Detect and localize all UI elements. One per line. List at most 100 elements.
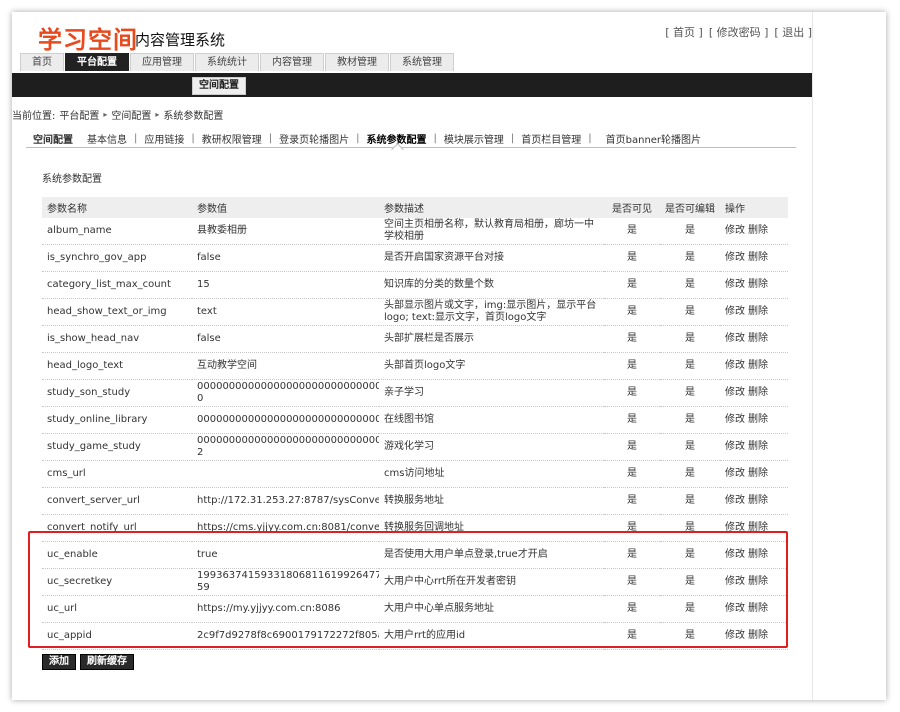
config-nav-system-params[interactable]: 系统参数配置 [360,131,434,156]
add-button[interactable]: 添加 [42,654,76,670]
config-nav-basic-info[interactable]: 基本信息 [80,131,134,146]
delete-link[interactable]: 删除 [748,468,768,479]
space-config-button[interactable]: 空间配置 [192,77,246,95]
config-nav-homepage-banner[interactable]: 首页banner轮播图片 [592,131,708,146]
delete-link[interactable]: 删除 [748,333,768,344]
breadcrumb-separator: ▸ [103,110,108,119]
edit-link[interactable]: 修改 [725,630,745,641]
col-header-description: 参数描述 [379,197,604,218]
breadcrumb-item[interactable]: 空间配置 [111,107,151,122]
actions-cell: 修改 删除 [720,595,788,623]
delete-link[interactable]: 删除 [748,495,768,506]
delete-link[interactable]: 删除 [748,549,768,560]
actions-cell: 修改 删除 [720,460,788,488]
edit-link[interactable]: 修改 [725,549,745,560]
edit-link[interactable]: 修改 [725,252,745,263]
visible-cell: 是 [604,541,660,569]
delete-link[interactable]: 删除 [748,279,768,290]
refresh-cache-button[interactable]: 刷新缓存 [80,654,134,670]
edit-link[interactable]: 修改 [725,468,745,479]
table-row: head_show_text_or_img text 头部显示图片或文字，img:显… [42,298,788,326]
actions-cell: 修改 删除 [720,433,788,461]
edit-link[interactable]: 修改 [725,576,745,587]
editable-cell: 是 [660,514,720,542]
config-nav-login-carousel[interactable]: 登录页轮播图片 [272,131,356,146]
delete-link[interactable]: 删除 [748,630,768,641]
param-name-cell: head_show_text_or_img [42,298,192,326]
table-row: category_list_max_count 15 知识库的分类的数量个数是是修改… [42,271,788,299]
tab-content-management[interactable]: 内容管理 [260,53,324,71]
breadcrumb-prefix: 当前位置: [12,111,56,122]
header: 学习空间 内容管理系统 [ 首页 ] [ 修改密码 ] [ 退出 ] [12,12,812,56]
delete-link[interactable]: 删除 [748,306,768,317]
delete-link[interactable]: 删除 [748,387,768,398]
visible-cell: 是 [604,244,660,272]
home-link[interactable]: [ 首页 ] [665,24,703,40]
edit-link[interactable]: 修改 [725,333,745,344]
delete-link[interactable]: 删除 [748,522,768,533]
config-nav-app-links[interactable]: 应用链接 [137,131,191,146]
table-row: convert_notify_url https://cms.yjjyy.com.… [42,514,788,542]
delete-link[interactable]: 删除 [748,360,768,371]
editable-cell: 是 [660,460,720,488]
param-value-cell: http://172.31.253.27:8787/sysConvert [192,487,379,515]
change-password-link[interactable]: [ 修改密码 ] [709,24,769,40]
tab-textbook-management[interactable]: 教材管理 [325,53,389,71]
config-nav-space-config[interactable]: 空间配置 [26,131,80,146]
table-row: head_logo_text 互动教学空间 头部首页logo文字是是修改 删除 [42,352,788,380]
param-description-cell: 是否开启国家资源平台对接 [379,244,604,272]
visible-cell: 是 [604,514,660,542]
edit-link[interactable]: 修改 [725,225,745,236]
tab-system-stats[interactable]: 系统统计 [195,53,259,71]
visible-cell: 是 [604,271,660,299]
edit-link[interactable]: 修改 [725,495,745,506]
tab-home[interactable]: 首页 [20,53,64,71]
tab-platform-config[interactable]: 平台配置 [65,53,129,71]
actions-cell: 修改 删除 [720,487,788,515]
table-row: study_game_study 000000000000000000000000… [42,433,788,461]
param-value-cell: 互动教学空间 [192,352,379,380]
breadcrumb: 当前位置: 平台配置 ▸ 空间配置 ▸ 系统参数配置 [12,107,223,122]
edit-link[interactable]: 修改 [725,360,745,371]
param-value-cell: 15 [192,271,379,299]
edit-link[interactable]: 修改 [725,603,745,614]
param-value-cell: 000000000000000000000000000000 2 [192,433,379,461]
table-row: is_synchro_gov_app false 是否开启国家资源平台对接是是修改删… [42,244,788,272]
delete-link[interactable]: 删除 [748,225,768,236]
breadcrumb-item[interactable]: 平台配置 [59,107,99,122]
table-row: uc_appid 2c9f7d9278f8c6900179172272f805a5… [42,622,788,650]
param-description-cell: 头部首页logo文字 [379,352,604,380]
col-header-editable: 是否可编辑 [660,197,720,218]
edit-link[interactable]: 修改 [725,441,745,452]
config-nav-teaching-permissions[interactable]: 教研权限管理 [195,131,269,146]
col-header-visible: 是否可见 [604,197,660,218]
delete-link[interactable]: 删除 [748,441,768,452]
actions-cell: 修改 删除 [720,218,788,245]
param-name-cell: convert_notify_url [42,514,192,542]
edit-link[interactable]: 修改 [725,414,745,425]
actions-cell: 修改 删除 [720,406,788,434]
edit-link[interactable]: 修改 [725,306,745,317]
tab-app-management[interactable]: 应用管理 [130,53,194,71]
visible-cell: 是 [604,406,660,434]
edit-link[interactable]: 修改 [725,387,745,398]
edit-link[interactable]: 修改 [725,522,745,533]
config-nav-homepage-columns[interactable]: 首页栏目管理 [514,131,588,146]
table-body: album_name 县教委相册 空间主页相册名称，默认教育局相册，廊坊一中学校相册… [42,218,788,650]
delete-link[interactable]: 删除 [748,603,768,614]
delete-link[interactable]: 删除 [748,576,768,587]
param-name-cell: study_son_study [42,379,192,407]
top-links: [ 首页 ] [ 修改密码 ] [ 退出 ] [665,24,812,40]
logout-link[interactable]: [ 退出 ] [774,24,812,40]
tab-system-management[interactable]: 系统管理 [390,53,454,71]
config-nav-module-display[interactable]: 模块展示管理 [437,131,511,146]
edit-link[interactable]: 修改 [725,279,745,290]
config-nav: 空间配置 基本信息 | 应用链接 | 教研权限管理 | 登录页轮播图片 | 系统… [26,129,796,156]
visible-cell: 是 [604,595,660,623]
delete-link[interactable]: 删除 [748,414,768,425]
table-row: uc_enable true 是否使用大用户单点登录,true才开启是是修改 删除 [42,541,788,569]
visible-cell: 是 [604,487,660,515]
visible-cell: 是 [604,379,660,407]
delete-link[interactable]: 删除 [748,252,768,263]
main-tabs: 首页 平台配置 应用管理 系统统计 内容管理 教材管理 系统管理 [20,53,455,71]
